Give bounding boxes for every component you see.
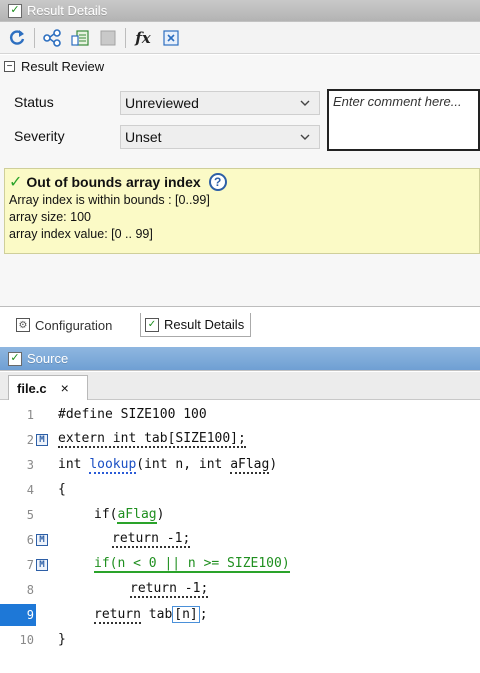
chevron-down-icon [300, 134, 310, 140]
line-number: 7 [26, 557, 34, 572]
source-titlebar: ✓ Source [0, 347, 480, 371]
line-number: 4 [26, 482, 34, 497]
result-line: array index value: [0 .. 99] [9, 227, 153, 241]
result-details-titlebar: ✓ Result Details [0, 0, 480, 22]
variable-token[interactable]: aFlag [230, 457, 270, 474]
code-text: int lookup(int n, int aFlag) [58, 457, 278, 474]
marker-badge-icon[interactable]: M [36, 533, 48, 546]
line-number-selected: 9 [0, 603, 36, 626]
result-details-icon: ✓ [8, 3, 22, 18]
code-line: 7 M if(n < 0 || n >= SIZE100) [0, 552, 480, 577]
code-token: int [58, 457, 90, 472]
result-review-panel: − Result Review Status Unreviewed Severi… [0, 55, 480, 307]
code-editor[interactable]: 1 #define SIZE100 100 2 M extern int tab… [0, 400, 480, 673]
code-text: } [58, 632, 66, 647]
code-line: 5 if(aFlag) [0, 502, 480, 527]
result-review-header[interactable]: − Result Review [4, 59, 104, 74]
refresh-icon[interactable] [6, 27, 28, 49]
code-token: ; [199, 607, 208, 622]
line-number: 8 [26, 582, 34, 597]
line-number: 6 [26, 532, 34, 547]
severity-label: Severity [14, 128, 65, 144]
marker-badge-icon[interactable]: M [36, 433, 48, 446]
result-line: array size: 100 [9, 210, 91, 224]
close-icon[interactable]: × [61, 380, 69, 396]
result-title: Out of bounds array index [26, 173, 201, 190]
code-text: return -1; [112, 531, 191, 548]
tab-configuration-label: Configuration [35, 317, 113, 333]
tab-result-details[interactable]: ✓ Result Details [140, 313, 252, 337]
variable-token[interactable]: aFlag [117, 507, 157, 524]
toolbar-separator [125, 27, 126, 48]
tab-result-details-label: Result Details [164, 317, 245, 332]
call-graph-icon[interactable] [41, 27, 63, 49]
code-line: 1 #define SIZE100 100 [0, 402, 480, 427]
status-select[interactable]: Unreviewed [120, 91, 320, 115]
code-token: tab [140, 607, 173, 622]
configuration-icon: ⚙ [16, 318, 30, 332]
help-icon[interactable]: ? [208, 173, 227, 191]
marker-badge-icon[interactable]: M [36, 558, 48, 571]
result-details-tab-icon: ✓ [145, 317, 159, 332]
array-index-token[interactable]: [n] [172, 606, 200, 623]
function-link[interactable]: lookup [89, 457, 137, 474]
variable-x-icon[interactable] [160, 27, 182, 49]
comment-placeholder: Enter comment here... [333, 94, 462, 109]
code-token: (int n, int [136, 457, 231, 472]
code-line: 6 M return -1; [0, 527, 480, 552]
status-label: Status [14, 94, 54, 110]
check-icon: ✓ [9, 173, 23, 191]
code-text: return tab [n]; [94, 606, 208, 624]
code-token: return [94, 607, 141, 624]
code-line: 8 return -1; [0, 577, 480, 602]
code-line: 10 } [0, 627, 480, 652]
code-token: ) [156, 507, 165, 522]
line-number: 2 [26, 432, 34, 447]
status-value: Unreviewed [125, 95, 199, 111]
line-number: 1 [26, 407, 34, 422]
source-title: Source [27, 351, 69, 366]
code-line: 2 M extern int tab[SIZE100]; [0, 427, 480, 452]
code-text: if(n < 0 || n >= SIZE100) [94, 556, 290, 573]
code-line: 9 return tab [n]; [0, 602, 480, 627]
line-number: 10 [19, 632, 34, 647]
code-line: 4 { [0, 477, 480, 502]
tab-configuration[interactable]: ⚙ Configuration [12, 313, 118, 337]
result-details-toolbar: fx [0, 22, 480, 54]
comment-field[interactable]: Enter comment here... [327, 89, 480, 151]
severity-select[interactable]: Unset [120, 125, 320, 149]
toolbar-separator [34, 27, 35, 48]
code-text: { [58, 482, 66, 497]
result-info-box: ✓ Out of bounds array index ? Array inde… [4, 168, 480, 254]
collapse-minus-icon[interactable]: − [4, 61, 15, 72]
result-line: Array index is within bounds : [0..99] [9, 193, 210, 207]
source-icon: ✓ [8, 351, 22, 366]
file-tab-label: file.c [17, 380, 47, 396]
code-text: #define SIZE100 100 [58, 407, 207, 422]
variable-access-icon[interactable] [69, 27, 91, 49]
result-review-title: Result Review [21, 59, 105, 74]
file-tab-bar: file.c × [0, 372, 480, 400]
result-title-row: ✓ Out of bounds array index ? [9, 173, 475, 191]
code-text: if(aFlag) [94, 507, 165, 524]
code-text: return -1; [130, 581, 209, 598]
panel-tabs: ⚙ Configuration ✓ Result Details [0, 307, 480, 343]
line-number: 5 [26, 507, 34, 522]
severity-value: Unset [125, 129, 162, 145]
code-token: ) [269, 457, 278, 472]
code-token: if( [94, 507, 118, 522]
chevron-down-icon [300, 100, 310, 106]
line-number: 3 [26, 457, 34, 472]
code-line: 3 int lookup(int n, int aFlag) [0, 452, 480, 477]
function-icon[interactable]: fx [132, 27, 154, 49]
code-text: extern int tab[SIZE100]; [58, 431, 246, 448]
file-tab[interactable]: file.c × [8, 375, 88, 400]
result-details-title: Result Details [27, 3, 108, 18]
disabled-tool-icon [97, 27, 119, 49]
